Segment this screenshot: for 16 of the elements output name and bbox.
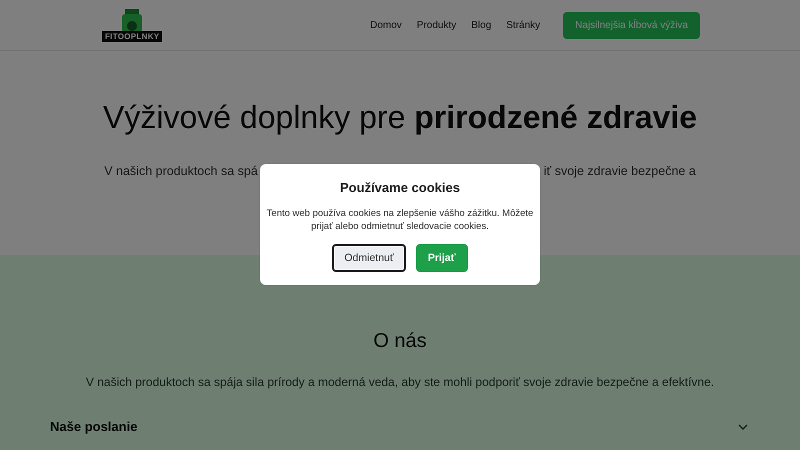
section-heading: O nás [372, 330, 428, 353]
hero-text: iť svoje zdravie bezpečne a [544, 164, 696, 178]
accordion-label[interactable]: Naše poslanie [50, 419, 138, 434]
chevron-icon[interactable] [738, 424, 748, 430]
nav-link[interactable]: Stránky [506, 20, 540, 30]
dialog-title: Používame cookies [339, 180, 461, 195]
nav-link[interactable]: Domov [370, 20, 402, 30]
hero-heading: Výživové doplnky pre prirodzené zdravie [102, 99, 698, 136]
nav-link[interactable]: Blog [471, 20, 492, 30]
hero-text: V našich produktoch sa spá [104, 164, 258, 178]
accept-button[interactable]: Prijať [416, 244, 468, 272]
section-text: V našich produktoch sa spája sila prírody a moderná veda, aby ste mohli podporiť svoje zdravie bezpečne a efektívne. [84, 375, 716, 389]
dialog-text: Tento web používa cookies na zlepšenie vášho zážitku. Môžete prijať alebo odmietnuť sledovacie cookies. [266, 207, 534, 233]
decline-button[interactable]: Odmietnuť [332, 244, 406, 272]
nav-link[interactable]: Produkty [416, 20, 456, 30]
logo-text: FITOOPLNKY [102, 30, 162, 42]
